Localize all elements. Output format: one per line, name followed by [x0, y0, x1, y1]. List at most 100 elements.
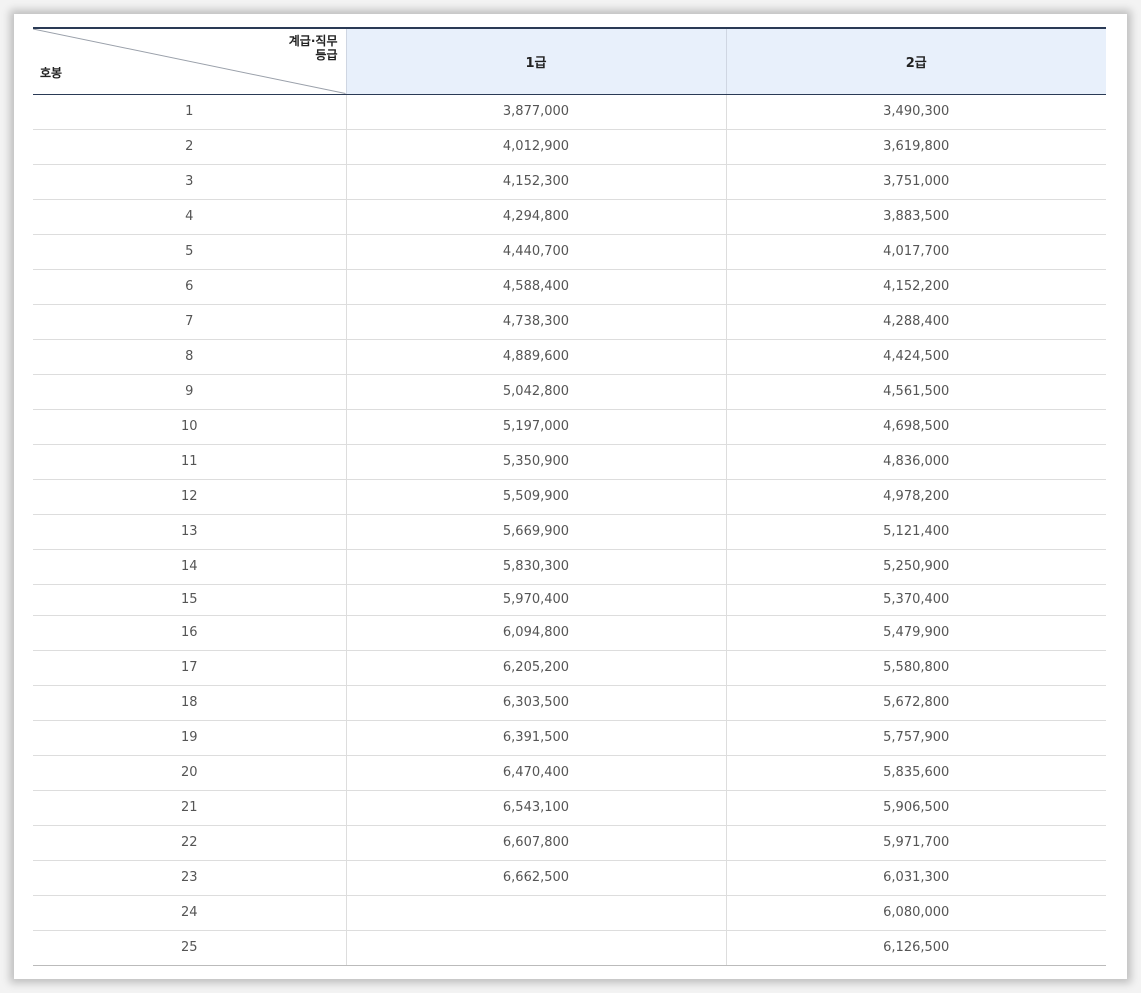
step-cell: 24: [33, 895, 346, 931]
table-row: 11 5,350,900 4,836,000: [33, 444, 1106, 480]
document-frame: 계급·직무 등급 호봉 1급 2급 1 3,877,000 3,490,300 2 4,…: [14, 14, 1127, 979]
step-cell: 10: [33, 409, 346, 445]
table-row: 25 6,126,500: [33, 930, 1106, 966]
grade1-cell: 6,470,400: [345, 755, 726, 791]
grade2-cell: 3,883,500: [725, 199, 1106, 235]
grade1-cell: 4,588,400: [345, 269, 726, 305]
table-row: 4 4,294,800 3,883,500: [33, 199, 1106, 235]
grade1-cell: 5,970,400: [345, 584, 726, 616]
step-cell: 5: [33, 234, 346, 270]
table-row: 6 4,588,400 4,152,200: [33, 269, 1106, 305]
table-row: 3 4,152,300 3,751,000: [33, 164, 1106, 200]
grade2-cell: 5,121,400: [725, 514, 1106, 550]
grade2-cell: 5,906,500: [725, 790, 1106, 826]
grade1-cell: 6,303,500: [345, 685, 726, 721]
grade2-cell: 6,080,000: [725, 895, 1106, 931]
grade2-cell: 4,288,400: [725, 304, 1106, 340]
step-cell: 11: [33, 444, 346, 480]
grade1-cell: 3,877,000: [345, 94, 726, 130]
step-cell: 20: [33, 755, 346, 791]
step-cell: 16: [33, 615, 346, 651]
grade1-cell: [345, 930, 726, 966]
grade2-cell: 5,479,900: [725, 615, 1106, 651]
grade2-cell: 6,031,300: [725, 860, 1106, 896]
table-row: 5 4,440,700 4,017,700: [33, 234, 1106, 270]
corner-top-line1: 계급·직무: [288, 34, 338, 48]
grade1-cell: 6,205,200: [345, 650, 726, 686]
step-cell: 9: [33, 374, 346, 410]
corner-bottom-label: 호봉: [40, 65, 63, 80]
grade2-cell: 4,017,700: [725, 234, 1106, 270]
step-cell: 23: [33, 860, 346, 896]
header-row: 계급·직무 등급 호봉 1급 2급: [33, 27, 1106, 95]
table-row: 1 3,877,000 3,490,300: [33, 94, 1106, 130]
step-cell: 12: [33, 479, 346, 515]
table-row: 9 5,042,800 4,561,500: [33, 374, 1106, 410]
grade2-cell: 5,672,800: [725, 685, 1106, 721]
step-cell: 13: [33, 514, 346, 550]
grade2-cell: 5,580,800: [725, 650, 1106, 686]
grade1-cell: 6,094,800: [345, 615, 726, 651]
step-cell: 14: [33, 549, 346, 585]
pay-table: 계급·직무 등급 호봉 1급 2급 1 3,877,000 3,490,300 2 4,…: [33, 27, 1106, 966]
corner-top-label: 계급·직무 등급: [289, 34, 338, 62]
table-row: 13 5,669,900 5,121,400: [33, 514, 1106, 550]
step-cell: 17: [33, 650, 346, 686]
table-row: 10 5,197,000 4,698,500: [33, 409, 1106, 445]
grade2-cell: 4,152,200: [725, 269, 1106, 305]
step-cell: 4: [33, 199, 346, 235]
table-row: 23 6,662,500 6,031,300: [33, 860, 1106, 896]
table-row: 20 6,470,400 5,835,600: [33, 755, 1106, 791]
grade2-cell: 6,126,500: [725, 930, 1106, 966]
table-row: 21 6,543,100 5,906,500: [33, 790, 1106, 826]
step-cell: 22: [33, 825, 346, 861]
grade1-cell: 4,889,600: [345, 339, 726, 375]
table-row: 22 6,607,800 5,971,700: [33, 825, 1106, 861]
grade2-cell: 3,619,800: [725, 129, 1106, 165]
grade2-cell: 4,836,000: [725, 444, 1106, 480]
grade1-cell: 4,294,800: [345, 199, 726, 235]
grade1-cell: 6,607,800: [345, 825, 726, 861]
step-cell: 25: [33, 930, 346, 966]
table-row: 7 4,738,300 4,288,400: [33, 304, 1106, 340]
grade2-cell: 4,978,200: [725, 479, 1106, 515]
table-row: 17 6,205,200 5,580,800: [33, 650, 1106, 686]
table-body: 1 3,877,000 3,490,300 2 4,012,900 3,619,800 3 4…: [33, 94, 1106, 966]
grade2-cell: 4,424,500: [725, 339, 1106, 375]
grade2-cell: 5,757,900: [725, 720, 1106, 756]
grade1-cell: 6,662,500: [345, 860, 726, 896]
grade1-cell: [345, 895, 726, 931]
step-cell: 18: [33, 685, 346, 721]
step-cell: 2: [33, 129, 346, 165]
step-cell: 15: [33, 584, 346, 616]
grade2-cell: 3,490,300: [725, 94, 1106, 130]
table-row: 16 6,094,800 5,479,900: [33, 615, 1106, 651]
grade1-cell: 6,391,500: [345, 720, 726, 756]
grade1-cell: 5,669,900: [345, 514, 726, 550]
table-row: 12 5,509,900 4,978,200: [33, 479, 1106, 515]
column-header-grade2: 2급: [725, 27, 1106, 95]
grade1-cell: 6,543,100: [345, 790, 726, 826]
grade1-cell: 5,830,300: [345, 549, 726, 585]
grade2-cell: 4,561,500: [725, 374, 1106, 410]
step-cell: 21: [33, 790, 346, 826]
grade2-cell: 5,370,400: [725, 584, 1106, 616]
step-cell: 6: [33, 269, 346, 305]
table-row: 14 5,830,300 5,250,900: [33, 549, 1106, 585]
step-cell: 1: [33, 94, 346, 130]
table-row: 2 4,012,900 3,619,800: [33, 129, 1106, 165]
grade1-cell: 4,440,700: [345, 234, 726, 270]
grade1-cell: 5,197,000: [345, 409, 726, 445]
corner-header-cell: 계급·직무 등급 호봉: [33, 27, 346, 95]
grade1-cell: 5,042,800: [345, 374, 726, 410]
step-cell: 7: [33, 304, 346, 340]
grade2-cell: 4,698,500: [725, 409, 1106, 445]
grade2-cell: 5,971,700: [725, 825, 1106, 861]
grade1-cell: 4,152,300: [345, 164, 726, 200]
grade1-cell: 4,738,300: [345, 304, 726, 340]
table-row: 19 6,391,500 5,757,900: [33, 720, 1106, 756]
grade2-cell: 3,751,000: [725, 164, 1106, 200]
grade2-cell: 5,835,600: [725, 755, 1106, 791]
corner-top-line2: 등급: [315, 48, 338, 62]
grade1-cell: 5,350,900: [345, 444, 726, 480]
